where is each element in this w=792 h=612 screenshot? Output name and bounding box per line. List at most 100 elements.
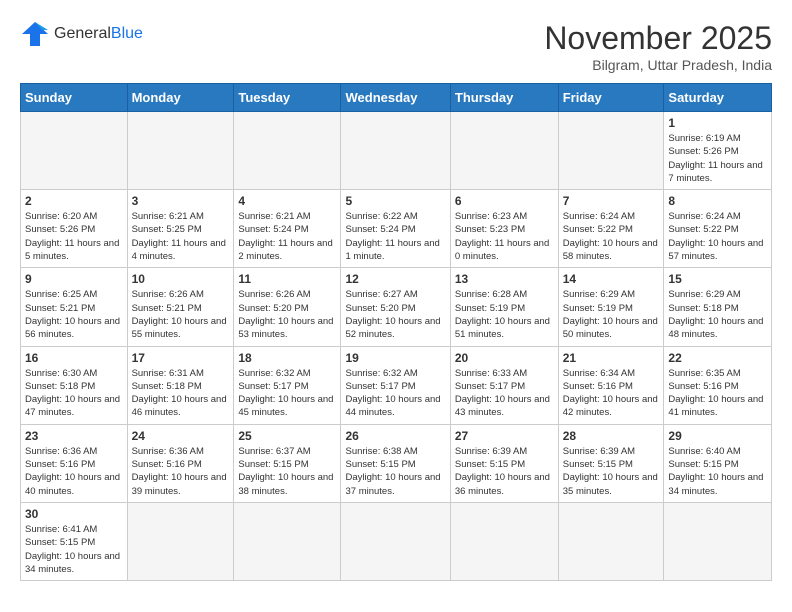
day-info: Sunrise: 6:32 AM Sunset: 5:17 PM Dayligh… [345,367,445,420]
location: Bilgram, Uttar Pradesh, India [544,57,772,73]
day-number: 2 [25,194,123,208]
month-title: November 2025 [544,20,772,57]
calendar-cell [450,112,558,190]
day-info: Sunrise: 6:30 AM Sunset: 5:18 PM Dayligh… [25,367,123,420]
calendar-cell: 9Sunrise: 6:25 AM Sunset: 5:21 PM Daylig… [21,268,128,346]
day-number: 22 [668,351,767,365]
calendar-cell: 12Sunrise: 6:27 AM Sunset: 5:20 PM Dayli… [341,268,450,346]
weekday-header-wednesday: Wednesday [341,84,450,112]
weekday-header-monday: Monday [127,84,234,112]
calendar-week-3: 9Sunrise: 6:25 AM Sunset: 5:21 PM Daylig… [21,268,772,346]
day-info: Sunrise: 6:29 AM Sunset: 5:19 PM Dayligh… [563,288,660,341]
calendar-cell: 15 Sunrise: 6:29 AM Sunset: 5:18 PM Dayli… [664,268,772,346]
calendar-cell: 4 Sunrise: 6:21 AM Sunset: 5:24 PM Daylig… [234,190,341,268]
calendar-week-2: 2 Sunrise: 6:20 AM Sunset: 5:26 PM Daylig… [21,190,772,268]
calendar-cell: 1 Sunrise: 6:19 AM Sunset: 5:26 PM Daylig… [664,112,772,190]
day-number: 6 [455,194,554,208]
day-info: Sunrise: 6:29 AM Sunset: 5:18 PM Dayligh… [668,288,767,341]
day-number: 14 [563,272,660,286]
calendar-cell [234,502,341,580]
day-number: 25 [238,429,336,443]
day-info: Sunrise: 6:24 AM Sunset: 5:22 PM Dayligh… [668,210,767,263]
day-info: Sunrise: 6:31 AM Sunset: 5:18 PM Dayligh… [132,367,230,420]
calendar-header: SundayMondayTuesdayWednesdayThursdayFrid… [21,84,772,112]
logo: GeneralBlue [20,20,143,48]
day-number: 29 [668,429,767,443]
day-number: 28 [563,429,660,443]
calendar-cell: 5Sunrise: 6:22 AM Sunset: 5:24 PM Daylig… [341,190,450,268]
day-info: Sunrise: 6:34 AM Sunset: 5:16 PM Dayligh… [563,367,660,420]
day-info: Sunrise: 6:22 AM Sunset: 5:24 PM Dayligh… [345,210,445,263]
day-number: 4 [238,194,336,208]
calendar-cell: 29Sunrise: 6:40 AM Sunset: 5:15 PM Dayli… [664,424,772,502]
logo-text: GeneralBlue [54,25,143,43]
day-number: 17 [132,351,230,365]
calendar-week-6: 30 Sunrise: 6:41 AM Sunset: 5:15 PM Dayli… [21,502,772,580]
calendar-cell [341,112,450,190]
calendar-cell [341,502,450,580]
day-number: 15 [668,272,767,286]
calendar-cell: 25Sunrise: 6:37 AM Sunset: 5:15 PM Dayli… [234,424,341,502]
day-info: Sunrise: 6:21 AM Sunset: 5:25 PM Dayligh… [132,210,230,263]
day-number: 30 [25,507,123,521]
weekday-row: SundayMondayTuesdayWednesdayThursdayFrid… [21,84,772,112]
day-number: 27 [455,429,554,443]
calendar-cell: 19 Sunrise: 6:32 AM Sunset: 5:17 PM Dayli… [341,346,450,424]
calendar-cell: 30 Sunrise: 6:41 AM Sunset: 5:15 PM Dayli… [21,502,128,580]
day-info: Sunrise: 6:28 AM Sunset: 5:19 PM Dayligh… [455,288,554,341]
calendar-cell: 23Sunrise: 6:36 AM Sunset: 5:16 PM Dayli… [21,424,128,502]
day-info: Sunrise: 6:20 AM Sunset: 5:26 PM Dayligh… [25,210,123,263]
day-number: 1 [668,116,767,130]
day-info: Sunrise: 6:26 AM Sunset: 5:20 PM Dayligh… [238,288,336,341]
calendar-cell: 21 Sunrise: 6:34 AM Sunset: 5:16 PM Dayli… [558,346,664,424]
calendar-cell: 22Sunrise: 6:35 AM Sunset: 5:16 PM Dayli… [664,346,772,424]
calendar-week-4: 16 Sunrise: 6:30 AM Sunset: 5:18 PM Dayli… [21,346,772,424]
calendar-cell: 28Sunrise: 6:39 AM Sunset: 5:15 PM Dayli… [558,424,664,502]
day-number: 3 [132,194,230,208]
calendar: SundayMondayTuesdayWednesdayThursdayFrid… [20,83,772,581]
day-number: 16 [25,351,123,365]
day-info: Sunrise: 6:36 AM Sunset: 5:16 PM Dayligh… [132,445,230,498]
calendar-cell: 2 Sunrise: 6:20 AM Sunset: 5:26 PM Daylig… [21,190,128,268]
calendar-body: 1 Sunrise: 6:19 AM Sunset: 5:26 PM Daylig… [21,112,772,581]
weekday-header-sunday: Sunday [21,84,128,112]
day-number: 7 [563,194,660,208]
day-info: Sunrise: 6:26 AM Sunset: 5:21 PM Dayligh… [132,288,230,341]
day-number: 10 [132,272,230,286]
calendar-cell: 17 Sunrise: 6:31 AM Sunset: 5:18 PM Dayli… [127,346,234,424]
calendar-cell: 10 Sunrise: 6:26 AM Sunset: 5:21 PM Dayli… [127,268,234,346]
calendar-cell: 27Sunrise: 6:39 AM Sunset: 5:15 PM Dayli… [450,424,558,502]
day-number: 18 [238,351,336,365]
day-number: 24 [132,429,230,443]
page-header: GeneralBlue November 2025 Bilgram, Uttar… [20,20,772,73]
calendar-cell: 11 Sunrise: 6:26 AM Sunset: 5:20 PM Dayli… [234,268,341,346]
calendar-cell: 13 Sunrise: 6:28 AM Sunset: 5:19 PM Dayli… [450,268,558,346]
day-number: 26 [345,429,445,443]
calendar-cell [127,502,234,580]
day-info: Sunrise: 6:36 AM Sunset: 5:16 PM Dayligh… [25,445,123,498]
logo-icon [20,20,50,48]
calendar-week-5: 23Sunrise: 6:36 AM Sunset: 5:16 PM Dayli… [21,424,772,502]
calendar-cell: 14 Sunrise: 6:29 AM Sunset: 5:19 PM Dayli… [558,268,664,346]
calendar-cell [450,502,558,580]
day-number: 20 [455,351,554,365]
day-number: 11 [238,272,336,286]
calendar-cell: 24 Sunrise: 6:36 AM Sunset: 5:16 PM Dayli… [127,424,234,502]
day-info: Sunrise: 6:21 AM Sunset: 5:24 PM Dayligh… [238,210,336,263]
calendar-cell: 18Sunrise: 6:32 AM Sunset: 5:17 PM Dayli… [234,346,341,424]
day-info: Sunrise: 6:27 AM Sunset: 5:20 PM Dayligh… [345,288,445,341]
calendar-cell [234,112,341,190]
weekday-header-tuesday: Tuesday [234,84,341,112]
day-number: 13 [455,272,554,286]
day-number: 9 [25,272,123,286]
day-info: Sunrise: 6:41 AM Sunset: 5:15 PM Dayligh… [25,523,123,576]
day-info: Sunrise: 6:38 AM Sunset: 5:15 PM Dayligh… [345,445,445,498]
day-info: Sunrise: 6:19 AM Sunset: 5:26 PM Dayligh… [668,132,767,185]
day-info: Sunrise: 6:24 AM Sunset: 5:22 PM Dayligh… [563,210,660,263]
calendar-cell: 20Sunrise: 6:33 AM Sunset: 5:17 PM Dayli… [450,346,558,424]
calendar-cell: 7 Sunrise: 6:24 AM Sunset: 5:22 PM Daylig… [558,190,664,268]
calendar-cell [558,112,664,190]
day-number: 8 [668,194,767,208]
day-number: 19 [345,351,445,365]
day-number: 21 [563,351,660,365]
